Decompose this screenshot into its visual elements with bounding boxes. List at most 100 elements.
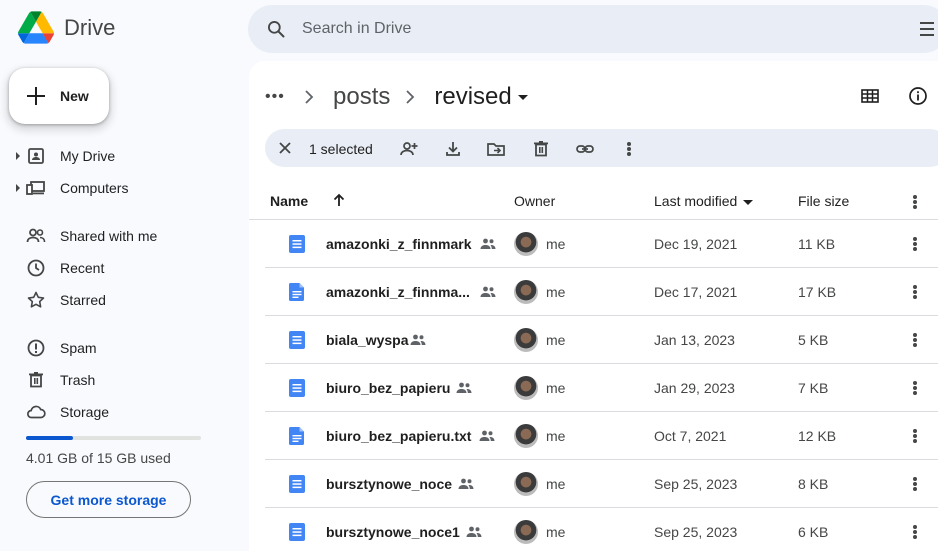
file-name[interactable]: amazonki_z_finnma... — [326, 284, 470, 300]
file-name[interactable]: bursztynowe_noce1 — [326, 524, 460, 540]
trash-icon[interactable] — [531, 139, 551, 159]
sidebar-item-my-drive[interactable]: My Drive — [0, 140, 240, 172]
row-more-actions-icon[interactable] — [905, 330, 925, 350]
sidebar-item-label: Spam — [60, 340, 97, 356]
search-input[interactable]: Search in Drive — [302, 20, 411, 38]
cloud-icon — [27, 405, 46, 419]
avatar — [514, 472, 538, 496]
share-add-person-icon[interactable] — [399, 139, 419, 159]
file-last-modified: Dec 19, 2021 — [654, 236, 738, 252]
selection-toolbar: 1 selected — [265, 129, 938, 167]
avatar — [514, 520, 538, 544]
storage-usage-bar — [26, 436, 201, 440]
column-options-icon[interactable] — [905, 192, 925, 212]
shared-people-icon — [466, 526, 482, 537]
breadcrumb-overflow-icon[interactable]: ••• — [265, 88, 289, 106]
shared-people-icon — [480, 286, 496, 297]
sidebar-item-label: My Drive — [60, 148, 116, 164]
avatar — [514, 424, 538, 448]
drive-logo[interactable]: Drive — [18, 11, 115, 44]
table-row[interactable]: amazonki_z_finnmark me Dec 19, 2021 11 KB — [265, 220, 938, 268]
table-row[interactable]: biuro_bez_papieru.txt me Oct 7, 2021 12 KB — [265, 412, 938, 460]
file-owner: me — [546, 380, 566, 396]
file-owner: me — [546, 476, 566, 492]
sidebar-item-label: Shared with me — [60, 228, 158, 244]
file-owner: me — [546, 284, 566, 300]
file-name[interactable]: amazonki_z_finnmark — [326, 236, 472, 252]
new-button[interactable]: New — [9, 68, 109, 124]
row-more-actions-icon[interactable] — [905, 282, 925, 302]
sidebar-item-computers[interactable]: Computers — [0, 172, 240, 204]
file-name[interactable]: biuro_bez_papieru — [326, 380, 450, 396]
sort-dropdown-icon[interactable] — [743, 199, 754, 205]
avatar — [514, 280, 538, 304]
computers-icon — [26, 181, 45, 195]
download-icon[interactable] — [443, 139, 463, 159]
sidebar-item-label: Computers — [60, 180, 129, 196]
more-actions-icon[interactable] — [619, 139, 639, 159]
app-name: Drive — [64, 14, 116, 40]
sidebar-item-label: Recent — [60, 260, 105, 276]
avatar — [514, 328, 538, 352]
expand-caret-icon[interactable] — [16, 152, 20, 160]
clear-selection-icon[interactable] — [277, 140, 293, 161]
file-name[interactable]: bursztynowe_noce — [326, 476, 452, 492]
sidebar-item-recent[interactable]: Recent — [0, 252, 240, 284]
shared-people-icon — [410, 334, 426, 345]
main-panel: ••• posts revised 1 selected Name Owner … — [249, 61, 938, 551]
sidebar-item-starred[interactable]: Starred — [0, 284, 240, 316]
shared-people-icon — [458, 478, 474, 489]
my-drive-icon — [28, 148, 44, 164]
column-header-last-modified[interactable]: Last modified — [654, 193, 754, 209]
text-file-icon — [289, 283, 304, 301]
move-to-folder-icon[interactable] — [486, 139, 506, 159]
shared-people-icon — [456, 382, 472, 393]
shared-people-icon — [479, 430, 495, 441]
table-row[interactable]: amazonki_z_finnma... me Dec 17, 2021 17 KB — [265, 268, 938, 316]
row-more-actions-icon[interactable] — [905, 426, 925, 446]
file-name[interactable]: biala_wyspa — [326, 332, 409, 348]
file-last-modified: Sep 25, 2023 — [654, 524, 738, 540]
google-doc-icon — [289, 235, 305, 253]
search-bar[interactable]: Search in Drive — [248, 5, 938, 53]
row-more-actions-icon[interactable] — [905, 474, 925, 494]
expand-caret-icon[interactable] — [16, 184, 20, 192]
row-more-actions-icon[interactable] — [905, 234, 925, 254]
search-options-icon[interactable] — [920, 19, 934, 44]
info-icon[interactable] — [908, 86, 928, 111]
drive-app: Drive Search in Drive New My Drive Compu… — [0, 0, 938, 551]
file-owner: me — [546, 428, 566, 444]
sidebar-item-shared-with-me[interactable]: Shared with me — [0, 220, 240, 252]
row-more-actions-icon[interactable] — [905, 522, 925, 542]
sidebar-item-storage[interactable]: Storage — [0, 396, 240, 428]
sidebar-item-spam[interactable]: Spam — [0, 332, 240, 364]
table-row[interactable]: bursztynowe_noce me Sep 25, 2023 8 KB — [265, 460, 938, 508]
row-more-actions-icon[interactable] — [905, 378, 925, 398]
file-last-modified: Dec 17, 2021 — [654, 284, 738, 300]
table-row[interactable]: bursztynowe_noce1 me Sep 25, 2023 6 KB — [265, 508, 938, 551]
file-last-modified: Jan 13, 2023 — [654, 332, 735, 348]
shared-people-icon — [480, 238, 496, 249]
drive-logo-icon — [18, 11, 54, 44]
column-header-owner[interactable]: Owner — [514, 193, 555, 209]
get-more-storage-button[interactable]: Get more storage — [26, 481, 191, 518]
breadcrumb-item-current[interactable]: revised — [434, 83, 511, 111]
column-header-file-size[interactable]: File size — [798, 193, 849, 209]
sidebar-item-trash[interactable]: Trash — [0, 364, 240, 396]
google-doc-icon — [289, 379, 305, 397]
sort-ascending-arrow-icon[interactable] — [331, 192, 347, 208]
breadcrumb-item-posts[interactable]: posts — [333, 83, 390, 111]
grid-view-icon[interactable] — [860, 87, 880, 110]
table-row[interactable]: biala_wyspa me Jan 13, 2023 5 KB — [265, 316, 938, 364]
column-header-name[interactable]: Name — [270, 193, 308, 209]
file-size: 8 KB — [798, 476, 829, 492]
folder-menu-dropdown-icon[interactable] — [517, 94, 528, 100]
table-row[interactable]: biuro_bez_papieru me Jan 29, 2023 7 KB — [265, 364, 938, 412]
new-button-label: New — [60, 88, 89, 104]
search-icon[interactable] — [266, 18, 288, 40]
sidebar-item-label: Starred — [60, 292, 106, 308]
copy-link-icon[interactable] — [575, 139, 595, 159]
avatar — [514, 376, 538, 400]
google-doc-icon — [289, 331, 305, 349]
file-name[interactable]: biuro_bez_papieru.txt — [326, 428, 471, 444]
